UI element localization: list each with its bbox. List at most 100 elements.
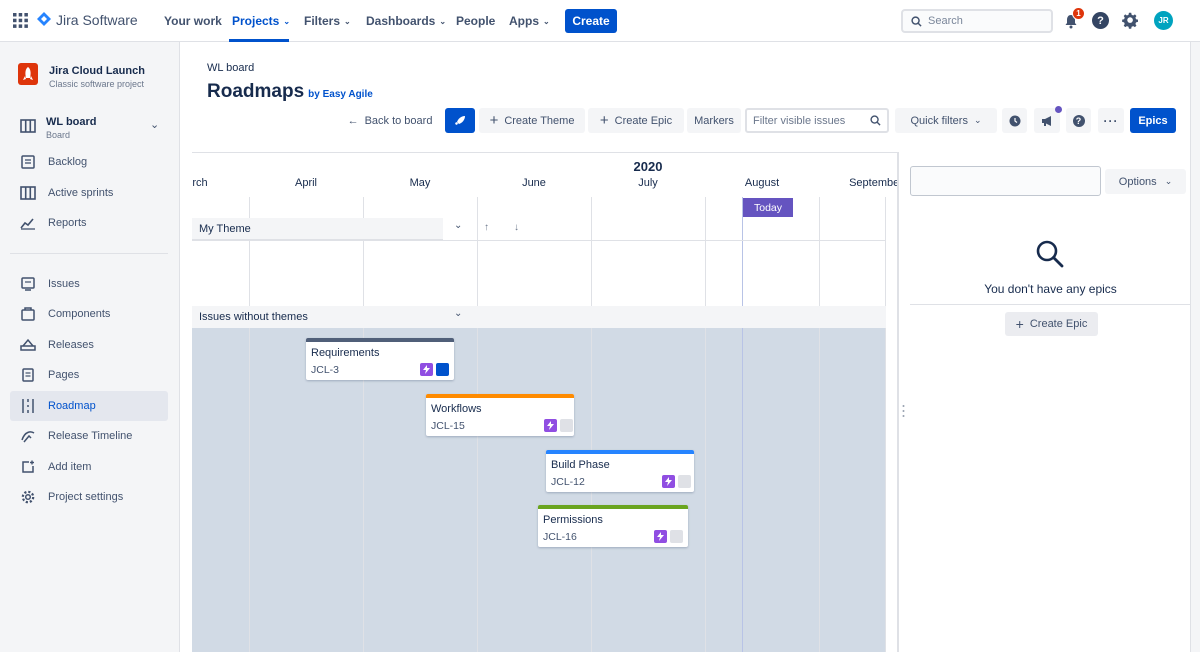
epics-button[interactable]: Epics	[1130, 108, 1176, 133]
chevron-down-icon: ⌄	[1164, 176, 1173, 186]
filter-visible-issues-input[interactable]: Filter visible issues	[745, 108, 889, 133]
sidebar-item-issues[interactable]: Issues	[10, 269, 168, 299]
clock-button[interactable]	[1002, 108, 1027, 133]
no-theme-label: Issues without themes	[199, 311, 308, 323]
components-icon	[20, 306, 36, 322]
theme-row-header[interactable]: My Theme	[192, 218, 443, 240]
roadmap-rocket-button[interactable]	[445, 108, 475, 133]
month-gridline	[591, 197, 592, 652]
panel-create-epic-button[interactable]: + Create Epic	[1005, 312, 1098, 336]
board-switcher[interactable]: WL board Board ⌄	[10, 110, 168, 142]
epic-card-permissions[interactable]: Permissions JCL-16	[538, 505, 688, 547]
help-icon[interactable]: ?	[1092, 12, 1109, 29]
epics-panel: Options ⌄ You don't have any epics + Cre…	[897, 152, 1200, 652]
create-epic-button[interactable]: + Create Epic	[588, 108, 684, 133]
chevron-down-icon[interactable]: ⌄	[454, 308, 462, 319]
page-scrollbar[interactable]	[1190, 42, 1200, 652]
nav-people[interactable]: People	[456, 0, 495, 42]
epic-color-bar	[546, 450, 694, 454]
help-button[interactable]: ?	[1066, 108, 1091, 133]
today-badge[interactable]: Today	[743, 198, 793, 217]
page-title-row: Roadmaps by Easy Agile	[207, 81, 373, 103]
epic-title: Workflows	[431, 403, 482, 415]
epic-color-bar	[306, 338, 454, 342]
no-theme-row-header[interactable]: Issues without themes ⌄	[192, 306, 886, 328]
epic-title: Permissions	[543, 514, 603, 526]
quick-filters-button[interactable]: Quick filters ⌄	[895, 108, 997, 133]
sidebar-item-active-sprints[interactable]: Active sprints	[10, 178, 168, 208]
sidebar-item-components[interactable]: Components	[10, 299, 168, 329]
panel-resize-handle[interactable]	[901, 403, 906, 419]
month-gridline	[705, 197, 706, 652]
back-to-board-button[interactable]: ← Back to board	[340, 108, 440, 133]
plus-icon: +	[1015, 316, 1024, 332]
nav-filters[interactable]: Filters ⌄	[304, 0, 351, 42]
by-easy-agile-link[interactable]: by Easy Agile	[308, 89, 373, 100]
epic-title: Build Phase	[551, 459, 610, 471]
project-name[interactable]: Jira Cloud Launch	[49, 65, 145, 77]
sidebar-item-reports[interactable]: Reports	[10, 208, 168, 238]
sidebar-item-add-item[interactable]: Add item	[10, 452, 168, 482]
roadmap-icon	[20, 398, 36, 414]
markers-button[interactable]: Markers	[687, 108, 741, 133]
nav-your-work[interactable]: Your work	[164, 0, 222, 42]
reports-icon	[20, 215, 36, 231]
search-input[interactable]: Search	[901, 9, 1053, 33]
avatar[interactable]: JR	[1154, 11, 1173, 30]
month-label: April	[294, 177, 317, 189]
options-button[interactable]: Options ⌄	[1105, 169, 1186, 194]
month-label: rch	[192, 177, 208, 189]
board-name: WL board	[46, 116, 97, 128]
create-theme-button[interactable]: + Create Theme	[479, 108, 585, 133]
row-divider	[192, 240, 886, 241]
sidebar-item-backlog[interactable]: Backlog	[10, 147, 168, 177]
breadcrumb[interactable]: WL board	[207, 62, 254, 74]
sidebar-item-release-timeline[interactable]: Release Timeline	[10, 421, 168, 451]
backlog-icon	[20, 154, 36, 170]
month-gridline	[819, 197, 820, 652]
move-up-icon[interactable]: ↑	[484, 222, 489, 233]
search-icon	[870, 115, 881, 126]
jira-logo[interactable]: Jira Software	[36, 11, 138, 29]
month-gridline	[363, 197, 364, 652]
app-switcher-icon[interactable]	[13, 13, 28, 28]
chevron-down-icon: ⌄	[344, 16, 351, 26]
project-avatar[interactable]	[18, 63, 38, 85]
sidebar-item-roadmap[interactable]: Roadmap	[10, 391, 168, 421]
board-type: Board	[46, 130, 71, 140]
create-button[interactable]: Create	[565, 9, 617, 33]
board-icon	[20, 119, 36, 133]
settings-gear-icon[interactable]	[1122, 12, 1139, 29]
month-label: June	[522, 177, 546, 189]
pages-icon	[20, 367, 36, 383]
epic-card-requirements[interactable]: Requirements JCL-3	[306, 338, 454, 380]
add-item-icon	[20, 459, 36, 475]
epic-card-workflows[interactable]: Workflows JCL-15	[426, 394, 574, 436]
epic-search-input[interactable]	[910, 166, 1101, 196]
project-type: Classic software project	[49, 79, 145, 89]
sidebar-item-project-settings[interactable]: Project settings	[10, 482, 168, 512]
nav-projects[interactable]: Projects ⌄	[229, 0, 290, 42]
issues-swimlane-bg	[192, 328, 886, 652]
epic-bolt-icon	[654, 530, 667, 543]
epic-color-bar	[538, 505, 688, 509]
top-navigation: Jira Software Your work Projects ⌄ Filter…	[0, 0, 1200, 42]
sidebar-item-pages[interactable]: Pages	[10, 360, 168, 390]
epic-color-bar	[426, 394, 574, 398]
clock-icon	[1009, 115, 1020, 126]
nav-apps[interactable]: Apps ⌄	[509, 0, 550, 42]
epic-card-build-phase[interactable]: Build Phase JCL-12	[546, 450, 694, 492]
move-down-icon[interactable]: ↓	[514, 222, 519, 233]
search-icon	[911, 15, 922, 27]
search-icon	[1035, 239, 1065, 269]
epic-bolt-icon	[662, 475, 675, 488]
product-name: Jira Software	[56, 12, 138, 28]
sidebar-item-releases[interactable]: Releases	[10, 330, 168, 360]
more-button[interactable]: ···	[1098, 108, 1124, 133]
status-square	[678, 475, 691, 488]
nav-dashboards[interactable]: Dashboards ⌄	[366, 0, 446, 42]
gear-icon	[20, 489, 36, 505]
page-title: Roadmaps	[207, 81, 305, 102]
epic-bolt-icon	[420, 363, 433, 376]
chevron-down-icon[interactable]: ⌄	[454, 220, 462, 231]
